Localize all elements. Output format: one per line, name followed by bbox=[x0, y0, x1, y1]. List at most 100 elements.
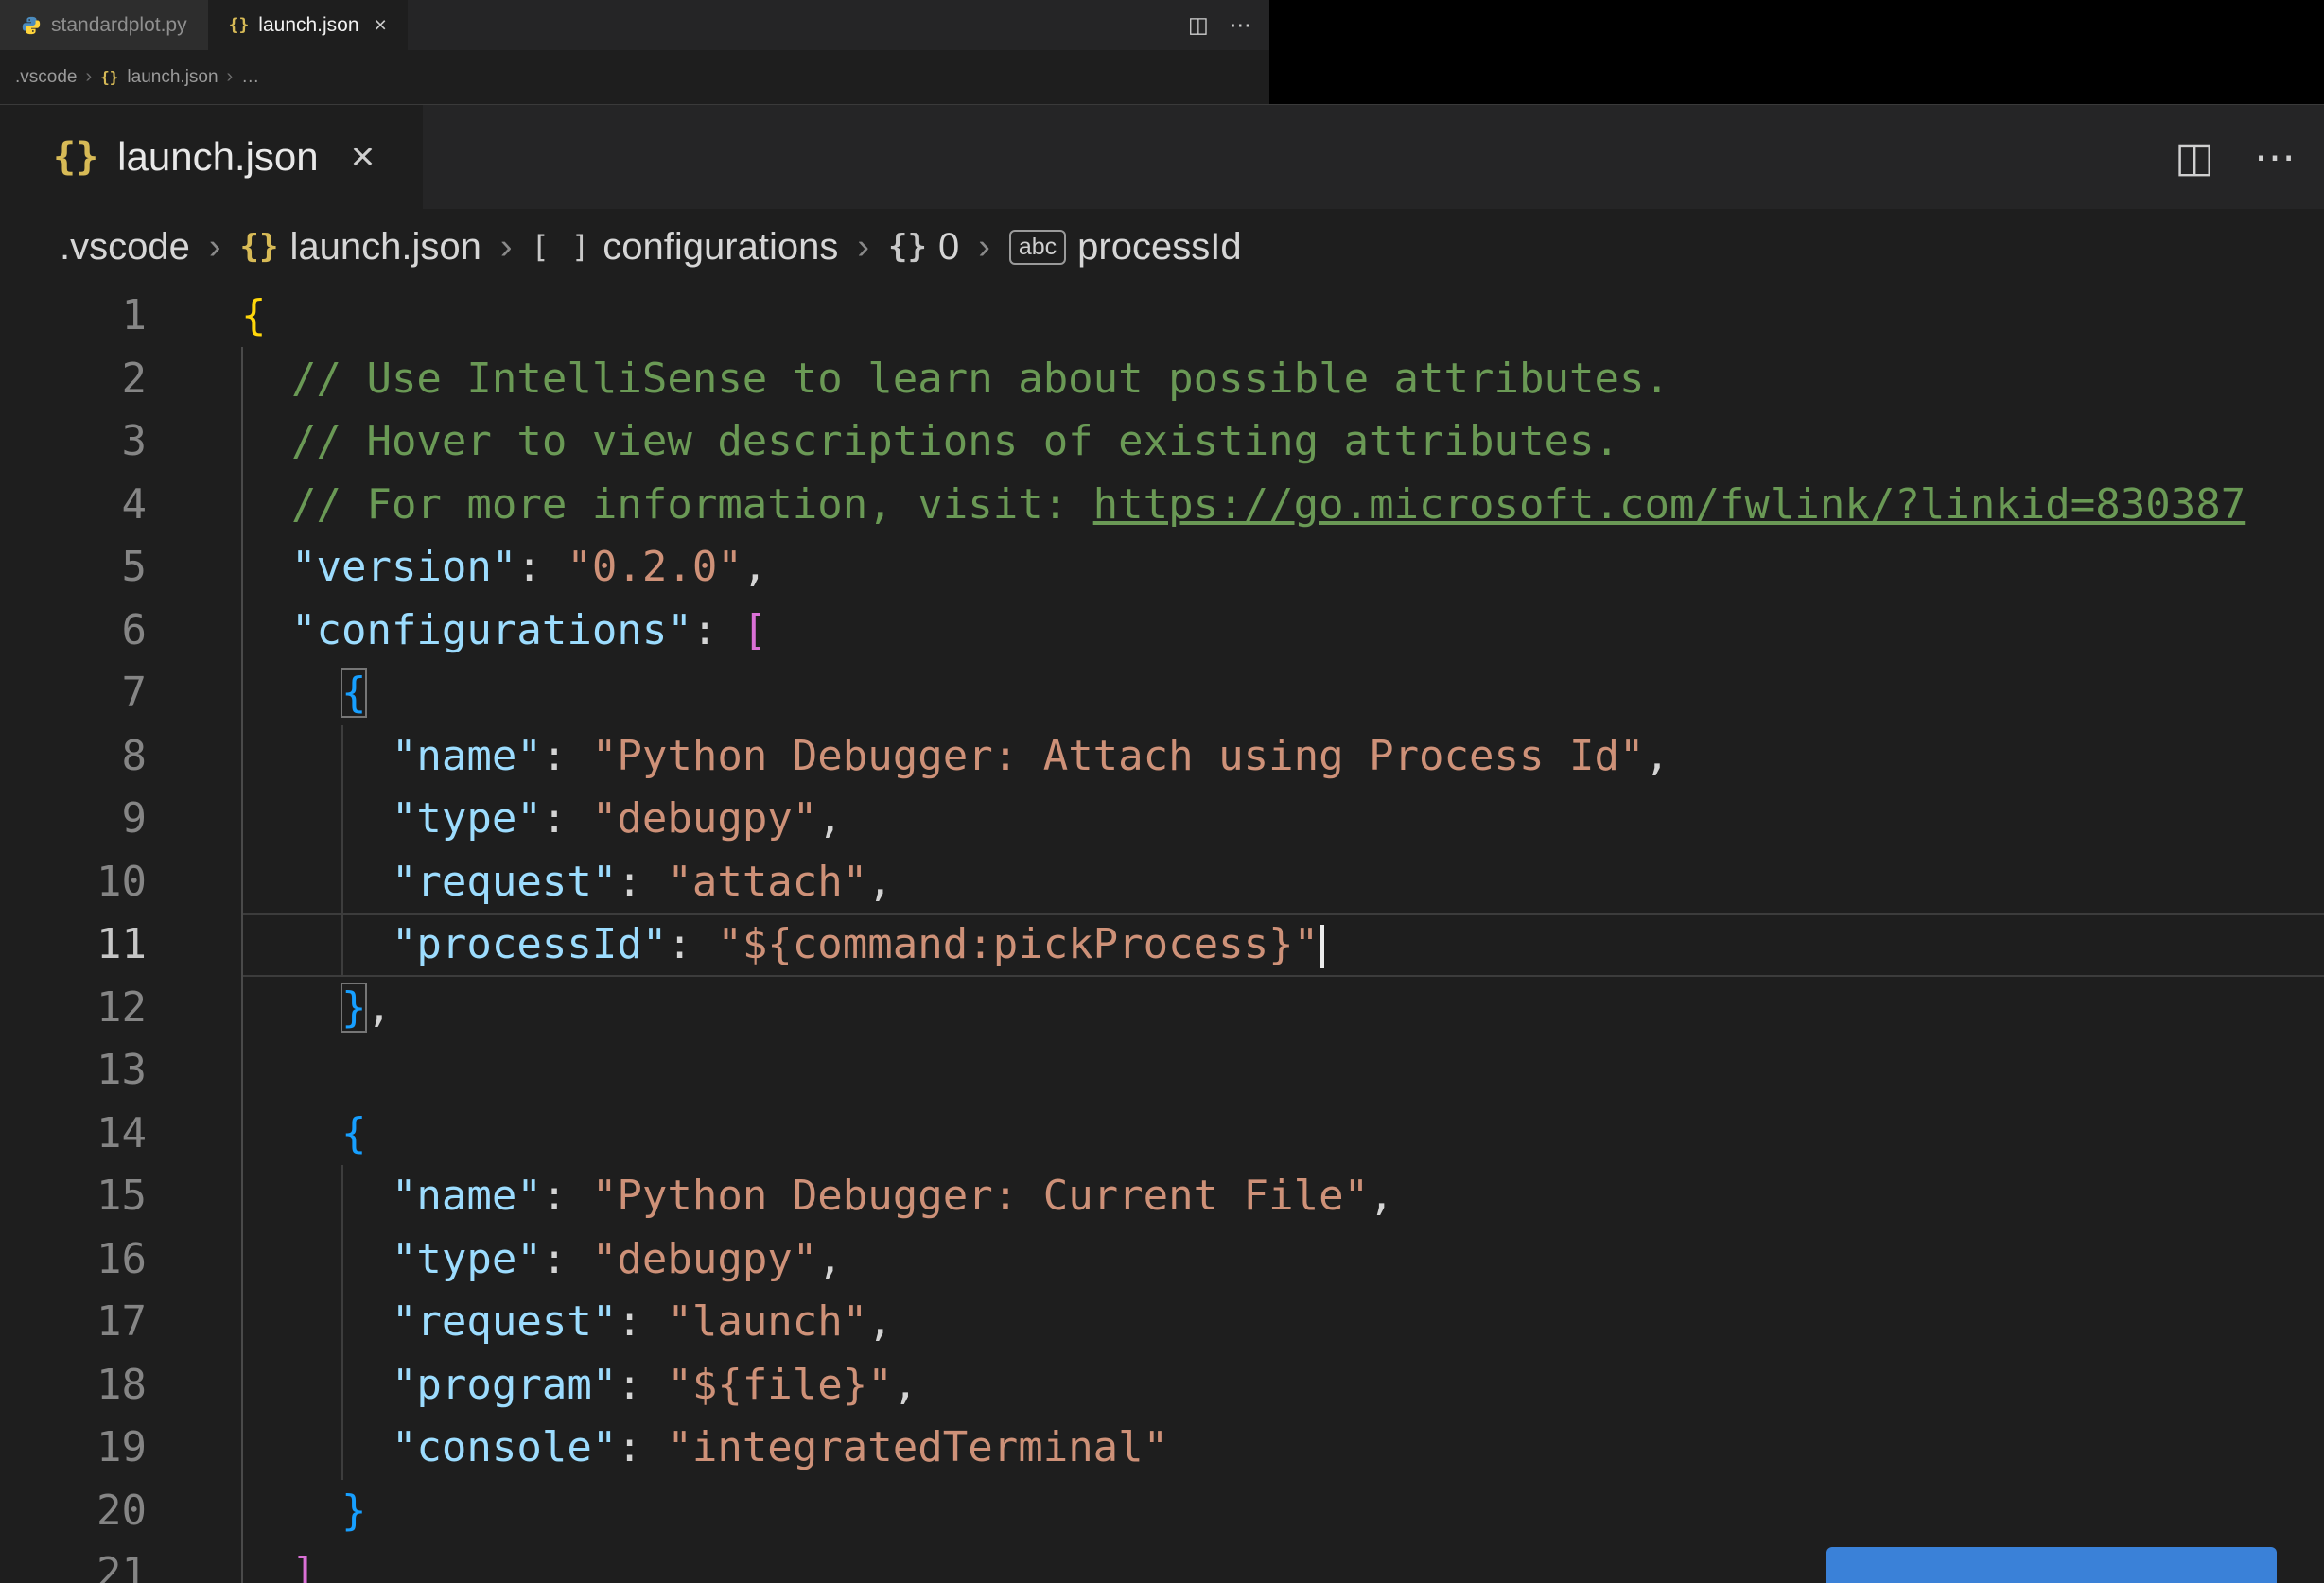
line-number[interactable]: 8 bbox=[0, 725, 148, 789]
line-number[interactable]: 15 bbox=[0, 1165, 147, 1228]
code-line[interactable]: 14 { bbox=[0, 1103, 2324, 1166]
line-number[interactable]: 2 bbox=[0, 348, 148, 411]
code-line-content: // Use IntelliSense to learn about possi… bbox=[241, 348, 2324, 411]
code-line[interactable]: 7 { bbox=[0, 662, 2324, 725]
line-number[interactable]: 10 bbox=[0, 851, 147, 914]
line-number[interactable]: 9 bbox=[0, 788, 148, 851]
close-icon[interactable]: × bbox=[351, 133, 376, 181]
code-line[interactable]: 11 "processId": "${command:pickProcess}" bbox=[0, 913, 2324, 977]
code-line[interactable]: 6 "configurations": [ bbox=[0, 600, 2324, 663]
line-number[interactable]: 12 bbox=[0, 977, 147, 1040]
code-line[interactable]: 19 "console": "integratedTerminal" bbox=[0, 1417, 2324, 1480]
code-line-content: }, bbox=[241, 977, 2324, 1040]
breadcrumb-item-launch-json[interactable]: launch.json bbox=[127, 67, 218, 88]
line-number[interactable]: 13 bbox=[0, 1039, 147, 1103]
code-token: : bbox=[617, 857, 668, 906]
code-line-content: "version": "0.2.0", bbox=[241, 536, 2324, 600]
code-line[interactable]: 16 "type": "debugpy", bbox=[0, 1228, 2324, 1292]
tab-launch-json[interactable]: {} launch.json × bbox=[0, 105, 423, 209]
code-token: : bbox=[541, 794, 592, 843]
code-line-content: "request": "launch", bbox=[241, 1291, 2324, 1354]
code-line[interactable]: 10 "request": "attach", bbox=[0, 851, 2324, 914]
code-line-content: "name": "Python Debugger: Current File", bbox=[241, 1165, 2324, 1228]
code-line[interactable]: 8 "name": "Python Debugger: Attach using… bbox=[0, 725, 2324, 789]
line-number[interactable]: 19 bbox=[0, 1417, 147, 1480]
line-number[interactable]: 7 bbox=[0, 662, 148, 725]
code-line[interactable]: 4 // For more information, visit: https:… bbox=[0, 474, 2324, 537]
code-token: // Use IntelliSense to learn about possi… bbox=[241, 354, 1669, 403]
tab-launch-json-small[interactable]: {} launch.json × bbox=[207, 0, 408, 50]
code-line[interactable]: 18 "program": "${file}", bbox=[0, 1354, 2324, 1418]
line-number[interactable]: 18 bbox=[0, 1354, 147, 1418]
breadcrumb-item-vscode[interactable]: .vscode bbox=[15, 67, 77, 88]
line-number[interactable]: 5 bbox=[0, 536, 148, 600]
tab-bar-actions-small: ◫ ⋯ bbox=[1188, 0, 1251, 50]
line-number[interactable]: 11 bbox=[0, 913, 147, 977]
split-editor-icon[interactable]: ◫ bbox=[2175, 133, 2214, 182]
add-configuration-button[interactable] bbox=[1826, 1547, 2277, 1583]
code-line[interactable]: 13 bbox=[0, 1039, 2324, 1103]
json-braces-icon: {} bbox=[100, 68, 119, 86]
more-actions-icon[interactable]: ⋯ bbox=[1230, 12, 1251, 38]
code-token: // For more information, visit: bbox=[241, 479, 1093, 529]
line-number[interactable]: 4 bbox=[0, 474, 148, 537]
code-line[interactable]: 9 "type": "debugpy", bbox=[0, 788, 2324, 851]
code-line[interactable]: 12 }, bbox=[0, 977, 2324, 1040]
line-number[interactable]: 6 bbox=[0, 600, 148, 663]
code-line-content: "configurations": [ bbox=[241, 600, 2324, 663]
split-editor-icon[interactable]: ◫ bbox=[1188, 12, 1209, 38]
breadcrumb-item-configurations[interactable]: [ ] configurations bbox=[532, 226, 839, 269]
code-token: "launch" bbox=[667, 1297, 868, 1346]
code-token: "request" bbox=[241, 857, 618, 906]
json-braces-icon: {} bbox=[53, 135, 99, 179]
chevron-right-icon: › bbox=[857, 226, 869, 267]
breadcrumb-item-0[interactable]: {} 0 bbox=[888, 226, 959, 269]
code-line[interactable]: 1{ bbox=[0, 285, 2324, 348]
code-line-content bbox=[241, 1039, 2324, 1103]
tab-standardplot-py[interactable]: standardplot.py bbox=[0, 0, 208, 50]
code-line-content: // Hover to view descriptions of existin… bbox=[241, 410, 2324, 474]
code-line[interactable]: 17 "request": "launch", bbox=[0, 1291, 2324, 1354]
code-token: } bbox=[340, 982, 368, 1033]
code-line-content: { bbox=[241, 285, 2324, 348]
code-token: { bbox=[241, 291, 267, 339]
chevron-right-icon: › bbox=[85, 66, 93, 87]
symbol-string-icon: abc bbox=[1008, 229, 1067, 265]
code-line-content: "type": "debugpy", bbox=[241, 1228, 2324, 1292]
line-number[interactable]: 14 bbox=[0, 1103, 147, 1166]
code-token: : bbox=[541, 1172, 592, 1220]
line-number[interactable]: 17 bbox=[0, 1291, 147, 1354]
code-line[interactable]: 3 // Hover to view descriptions of exist… bbox=[0, 410, 2324, 474]
code-editor[interactable]: 1{2 // Use IntelliSense to learn about p… bbox=[0, 285, 2324, 1583]
line-number[interactable]: 3 bbox=[0, 410, 148, 474]
more-actions-icon[interactable]: ⋯ bbox=[2254, 133, 2296, 182]
code-line[interactable]: 15 "name": "Python Debugger: Current Fil… bbox=[0, 1165, 2324, 1228]
line-number[interactable]: 21 bbox=[0, 1542, 147, 1583]
line-number[interactable]: 16 bbox=[0, 1228, 147, 1292]
breadcrumb-item-launch-json[interactable]: {} launch.json bbox=[240, 226, 481, 269]
line-number[interactable]: 20 bbox=[0, 1480, 147, 1543]
line-number[interactable]: 1 bbox=[0, 285, 148, 348]
breadcrumb-item-vscode[interactable]: .vscode bbox=[60, 226, 190, 269]
symbol-object-icon: {} bbox=[888, 228, 927, 266]
code-token: "Python Debugger: Attach using Process I… bbox=[591, 731, 1645, 780]
code-token: { bbox=[340, 668, 368, 718]
code-line[interactable]: 20 } bbox=[0, 1480, 2324, 1543]
black-panel bbox=[1269, 0, 2324, 104]
breadcrumb-overflow[interactable]: … bbox=[241, 67, 259, 88]
close-icon[interactable]: × bbox=[375, 12, 387, 38]
code-token: [ bbox=[742, 605, 768, 654]
json-braces-icon: {} bbox=[228, 15, 250, 35]
code-line[interactable]: 2 // Use IntelliSense to learn about pos… bbox=[0, 348, 2324, 411]
breadcrumb-item-processid[interactable]: abc processId bbox=[1008, 226, 1242, 269]
chevron-right-icon: › bbox=[978, 226, 990, 267]
code-token: // Hover to view descriptions of existin… bbox=[241, 417, 1619, 465]
code-token: "name" bbox=[241, 1172, 542, 1220]
code-token: : bbox=[541, 1234, 592, 1283]
code-line[interactable]: 5 "version": "0.2.0", bbox=[0, 536, 2324, 600]
code-token: "version" bbox=[241, 543, 517, 591]
code-token: "Python Debugger: Current File" bbox=[591, 1172, 1370, 1220]
code-line-content: { bbox=[241, 1103, 2324, 1166]
